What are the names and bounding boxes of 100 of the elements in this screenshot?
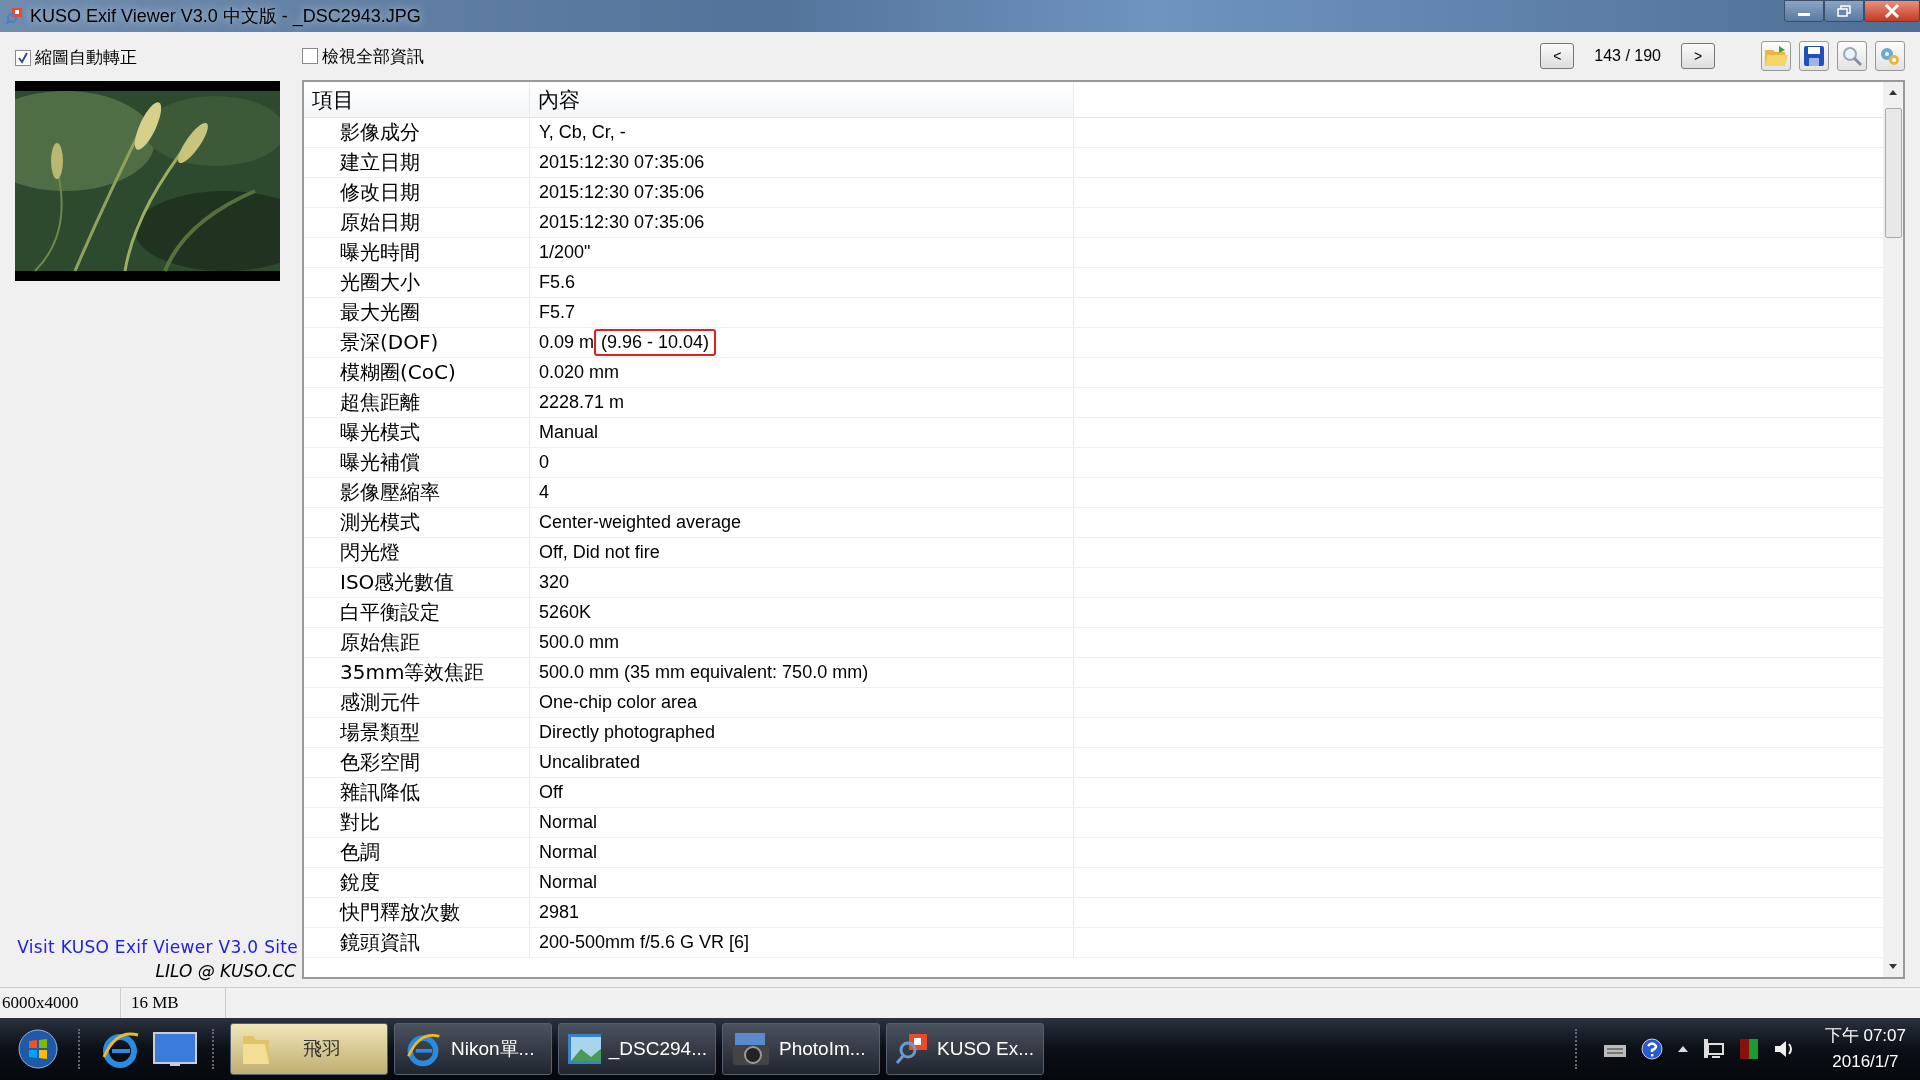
settings-icon[interactable] [1875, 41, 1905, 71]
close-icon [1884, 4, 1900, 18]
table-cell: Normal [539, 812, 597, 833]
table-cell: 2015:12:30 07:35:06 [539, 182, 705, 203]
caret-icon[interactable] [1676, 1045, 1689, 1053]
table-cell: 2015:12:30 07:35:06 [539, 152, 705, 173]
highlighted-value: (9.96 - 10.04) [594, 329, 717, 356]
table-cell: 200-500mm f/5.6 G VR [6] [539, 932, 750, 953]
table-cell: 4 [539, 482, 549, 503]
table-cell: 景深(DOF) [340, 329, 439, 356]
table-cell: 5260K [539, 602, 592, 623]
table-cell: 場景類型 [340, 719, 420, 746]
scroll-down-icon[interactable] [1888, 963, 1898, 971]
table-cell: 白平衡設定 [340, 599, 440, 626]
table-cell: 曝光補償 [340, 449, 420, 476]
table-cell: 影像壓縮率 [340, 479, 440, 506]
table-cell: 0.09 m [539, 332, 595, 353]
scroll-up-icon[interactable] [1888, 88, 1898, 96]
table-cell: 最大光圈 [340, 299, 420, 326]
table-cell: 曝光時間 [340, 239, 420, 266]
auto-rotate-checkbox[interactable]: 縮圖自動轉正 [15, 46, 302, 69]
table-cell: 0.020 mm [539, 362, 620, 383]
close-button[interactable] [1864, 0, 1920, 22]
table-cell: One-chip color area [539, 692, 698, 713]
table-cell: 0 [539, 452, 549, 473]
speaker-icon [1772, 1038, 1795, 1060]
table-cell: 2015:12:30 07:35:06 [539, 212, 705, 233]
taskbar-button[interactable]: 飛羽 [230, 1023, 388, 1075]
taskbar-button[interactable]: KUSO Ex... [886, 1023, 1044, 1075]
help-icon [1640, 1038, 1663, 1060]
minimize-button[interactable] [1784, 0, 1824, 22]
scrollbar-thumb[interactable] [1884, 108, 1902, 238]
table-cell: 對比 [340, 809, 380, 836]
column-header[interactable]: 項目 [304, 82, 530, 117]
table-cell: 2981 [539, 902, 580, 923]
open-folder-icon[interactable] [1761, 41, 1791, 71]
table-cell: 1/200" [539, 242, 591, 263]
table-cell: 35mm等效焦距 [340, 659, 485, 686]
minimize-icon [1798, 12, 1810, 16]
restore-icon [1837, 5, 1851, 17]
table-cell: F5.7 [539, 302, 576, 323]
clock-time: 下午 07:07 [1824, 1025, 1906, 1047]
save-icon[interactable] [1799, 41, 1829, 71]
table-cell: Directly photographed [539, 722, 716, 743]
table-cell: 超焦距離 [340, 389, 420, 416]
table-cell: 320 [539, 572, 570, 593]
table-cell: 銳度 [340, 869, 380, 896]
table-cell: Center-weighted average [539, 512, 742, 533]
table-cell: 感測元件 [340, 689, 420, 716]
taskbar-button[interactable]: _DSC294... [558, 1023, 716, 1075]
image-icon [567, 1033, 601, 1065]
restore-button[interactable] [1824, 0, 1864, 22]
app-icon [6, 7, 24, 25]
next-button[interactable]: > [1681, 43, 1715, 69]
taskbar-button[interactable]: Nikon單... [394, 1023, 552, 1075]
table-cell: 色調 [340, 839, 380, 866]
credit-text: LILO @ KUSO.CC [155, 961, 296, 981]
checkbox-label: 檢視全部資訊 [322, 44, 424, 68]
status-text: 6000x4000 [2, 993, 79, 1013]
checkbox[interactable] [302, 48, 318, 64]
desktop-icon[interactable] [150, 1031, 200, 1067]
table-cell: Off [539, 782, 563, 803]
table-cell: 測光模式 [340, 509, 420, 536]
network-icon [1702, 1038, 1725, 1060]
status-text: 16 MB [131, 993, 179, 1013]
previous-button[interactable]: < [1540, 43, 1575, 69]
table-cell: 影像成分 [340, 119, 420, 146]
table-cell: 原始焦距 [340, 629, 420, 656]
scrollbar[interactable] [1883, 82, 1903, 977]
table-cell: Off, Did not fire [539, 542, 660, 563]
table-cell: 原始日期 [340, 209, 420, 236]
site-link[interactable]: Visit KUSO Exif Viewer V3.0 Site [17, 937, 298, 957]
window-title: KUSO Exif Viewer V3.0 中文版 - _DSC2943.JPG [30, 5, 421, 28]
table-cell: 曝光模式 [340, 419, 420, 446]
table-cell: 500.0 mm (35 mm equivalent: 750.0 mm) [539, 662, 869, 683]
clock-date: 2016/1/7 [1832, 1051, 1899, 1073]
table-cell: 色彩空間 [340, 749, 420, 776]
search-icon[interactable] [1837, 41, 1867, 71]
flag-icon [1738, 1038, 1759, 1060]
column-header[interactable]: 內容 [530, 82, 1074, 117]
taskbar-button[interactable]: PhotoIm... [722, 1023, 880, 1075]
checkbox-label: 縮圖自動轉正 [35, 46, 137, 69]
table-cell: ISO感光數值 [340, 569, 455, 596]
checkbox[interactable] [15, 49, 31, 66]
table-cell: 500.0 mm [539, 632, 620, 653]
app-icon [895, 1032, 929, 1066]
image-counter: 143 / 190 [1594, 47, 1661, 65]
table-cell: 模糊圈(CoC) [340, 359, 456, 386]
table-cell: Normal [539, 872, 597, 893]
camera-icon [731, 1031, 771, 1067]
show-all-checkbox[interactable]: 檢視全部資訊 [302, 44, 424, 68]
table-cell: 快門釋放次數 [340, 899, 460, 926]
table-cell: F5.6 [539, 272, 576, 293]
table-cell: 修改日期 [340, 179, 420, 206]
clock[interactable]: 下午 07:07 2016/1/7 [1810, 1023, 1920, 1075]
table-cell: 鏡頭資訊 [340, 929, 420, 956]
table-cell: 建立日期 [340, 149, 420, 176]
table-cell: Y, Cb, Cr, - [539, 122, 626, 143]
table-cell: Manual [539, 422, 599, 443]
table-cell: Uncalibrated [539, 752, 641, 773]
